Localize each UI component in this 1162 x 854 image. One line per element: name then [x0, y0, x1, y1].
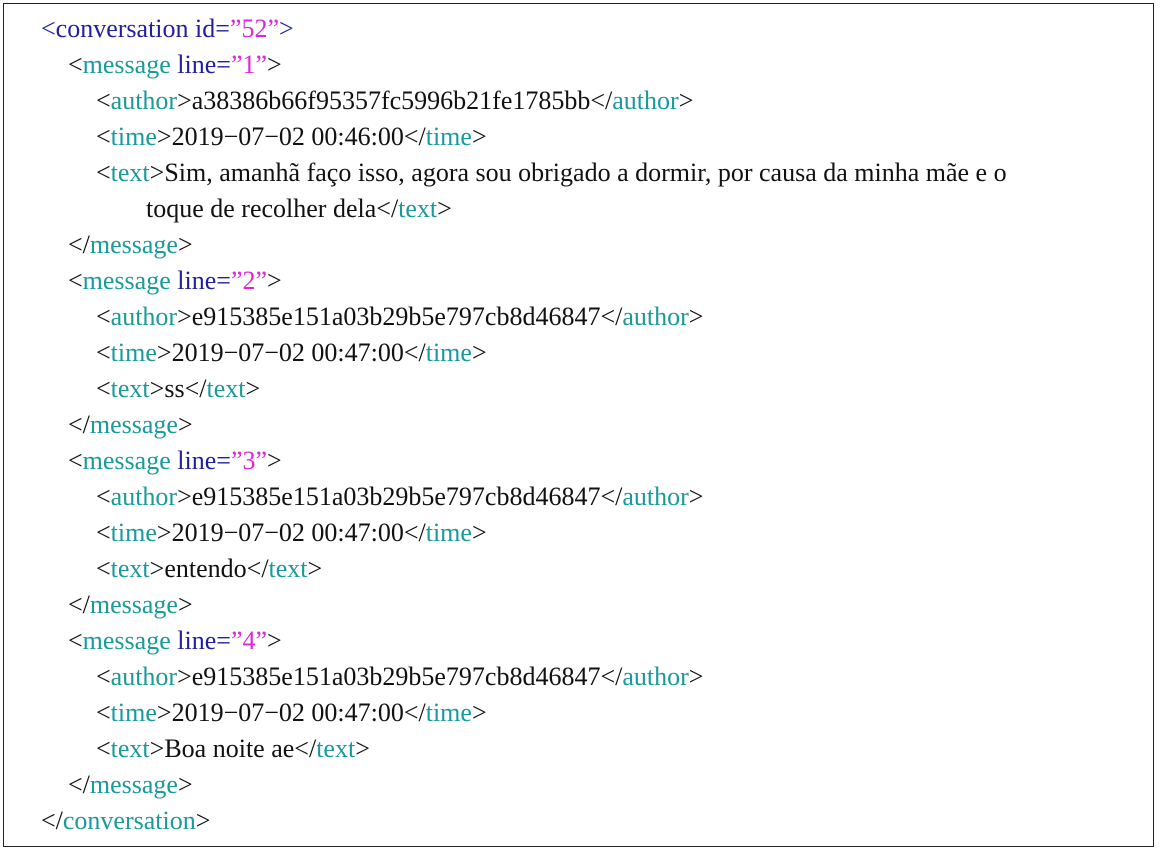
- author-close-tag: author: [612, 86, 679, 115]
- message-line-attr: line: [177, 266, 217, 295]
- message-tag: message: [82, 50, 171, 79]
- author-line: <author>e915385e151a03b29b5e797cb8d46847…: [96, 662, 704, 691]
- text-tag: text: [110, 158, 150, 187]
- time-tag: time: [110, 338, 157, 367]
- text-tag: text: [110, 554, 150, 583]
- author-tag: author: [110, 86, 178, 115]
- text-value-continued: toque de recolher dela: [146, 194, 377, 223]
- text-line: <text>Boa noite ae</text>: [96, 734, 370, 763]
- conversation-id-attr: id: [195, 14, 216, 43]
- text-value: Boa noite ae: [164, 734, 295, 763]
- time-value: 2019−07−02 00:47:00: [171, 698, 404, 727]
- text-line: <text>entendo</text>: [96, 554, 323, 583]
- message-tag: message: [82, 626, 171, 655]
- author-close-tag: author: [622, 482, 689, 511]
- text-line: <text>Sim, amanhã faço isso, agora sou o…: [96, 158, 1007, 187]
- time-tag: time: [110, 698, 157, 727]
- message-close-tag: message: [89, 410, 178, 439]
- time-close-tag: time: [425, 122, 472, 151]
- author-value: e915385e151a03b29b5e797cb8d46847: [191, 482, 601, 511]
- conversation-close-tag: conversation: [62, 806, 196, 835]
- message-close-line: </message>: [68, 770, 193, 799]
- time-tag: time: [110, 518, 157, 547]
- message-line-value: ”4”: [230, 626, 268, 655]
- message-close-line: </message>: [68, 230, 193, 259]
- time-value: 2019−07−02 00:47:00: [171, 518, 404, 547]
- text-close-tag: text: [398, 194, 438, 223]
- conversation-open-line: <conversation id=”52”>: [41, 14, 294, 43]
- time-line: <time>2019−07−02 00:47:00</time>: [96, 338, 487, 367]
- time-line: <time>2019−07−02 00:47:00</time>: [96, 698, 487, 727]
- text-line: <text>ss</text>: [96, 374, 261, 403]
- message-close-line: </message>: [68, 590, 193, 619]
- message-open-line: <message line=”3”>: [68, 446, 282, 475]
- author-line: <author>a38386b66f95357fc5996b21fe1785bb…: [96, 86, 694, 115]
- author-value: e915385e151a03b29b5e797cb8d46847: [191, 662, 601, 691]
- time-value: 2019−07−02 00:46:00: [171, 122, 404, 151]
- author-close-tag: author: [622, 302, 689, 331]
- time-value: 2019−07−02 00:47:00: [171, 338, 404, 367]
- text-value: entendo: [164, 554, 247, 583]
- message-line-value: ”2”: [230, 266, 268, 295]
- message-line-attr: line: [177, 50, 217, 79]
- text-value: ss: [164, 374, 185, 403]
- text-tag: text: [110, 374, 150, 403]
- author-value: a38386b66f95357fc5996b21fe1785bb: [191, 86, 591, 115]
- text-close-tag: text: [316, 734, 356, 763]
- message-close-tag: message: [89, 770, 178, 799]
- message-tag: message: [82, 266, 171, 295]
- conversation-tag: conversation: [55, 14, 189, 43]
- text-value: Sim, amanhã faço isso, agora sou obrigad…: [164, 158, 1007, 187]
- message-line-value: ”3”: [230, 446, 268, 475]
- author-tag: author: [110, 482, 178, 511]
- message-close-tag: message: [89, 590, 178, 619]
- author-line: <author>e915385e151a03b29b5e797cb8d46847…: [96, 482, 704, 511]
- message-open-line: <message line=”2”>: [68, 266, 282, 295]
- message-line-value: ”1”: [230, 50, 268, 79]
- conversation-id-value: ”52”: [229, 14, 280, 43]
- time-close-tag: time: [425, 518, 472, 547]
- message-line-attr: line: [177, 626, 217, 655]
- message-open-line: <message line=”1”>: [68, 50, 282, 79]
- author-value: e915385e151a03b29b5e797cb8d46847: [191, 302, 601, 331]
- message-open-line: <message line=”4”>: [68, 626, 282, 655]
- message-tag: message: [82, 446, 171, 475]
- text-continuation-line: toque de recolher dela</text>: [146, 194, 452, 223]
- time-line: <time>2019−07−02 00:46:00</time>: [96, 122, 487, 151]
- time-tag: time: [110, 122, 157, 151]
- time-line: <time>2019−07−02 00:47:00</time>: [96, 518, 487, 547]
- time-close-tag: time: [425, 698, 472, 727]
- conversation-close-line: </conversation>: [41, 806, 211, 835]
- message-line-attr: line: [177, 446, 217, 475]
- text-close-tag: text: [268, 554, 308, 583]
- message-close-tag: message: [89, 230, 178, 259]
- text-tag: text: [110, 734, 150, 763]
- time-close-tag: time: [425, 338, 472, 367]
- author-line: <author>e915385e151a03b29b5e797cb8d46847…: [96, 302, 704, 331]
- text-close-tag: text: [206, 374, 246, 403]
- author-tag: author: [110, 302, 178, 331]
- author-tag: author: [110, 662, 178, 691]
- message-close-line: </message>: [68, 410, 193, 439]
- author-close-tag: author: [622, 662, 689, 691]
